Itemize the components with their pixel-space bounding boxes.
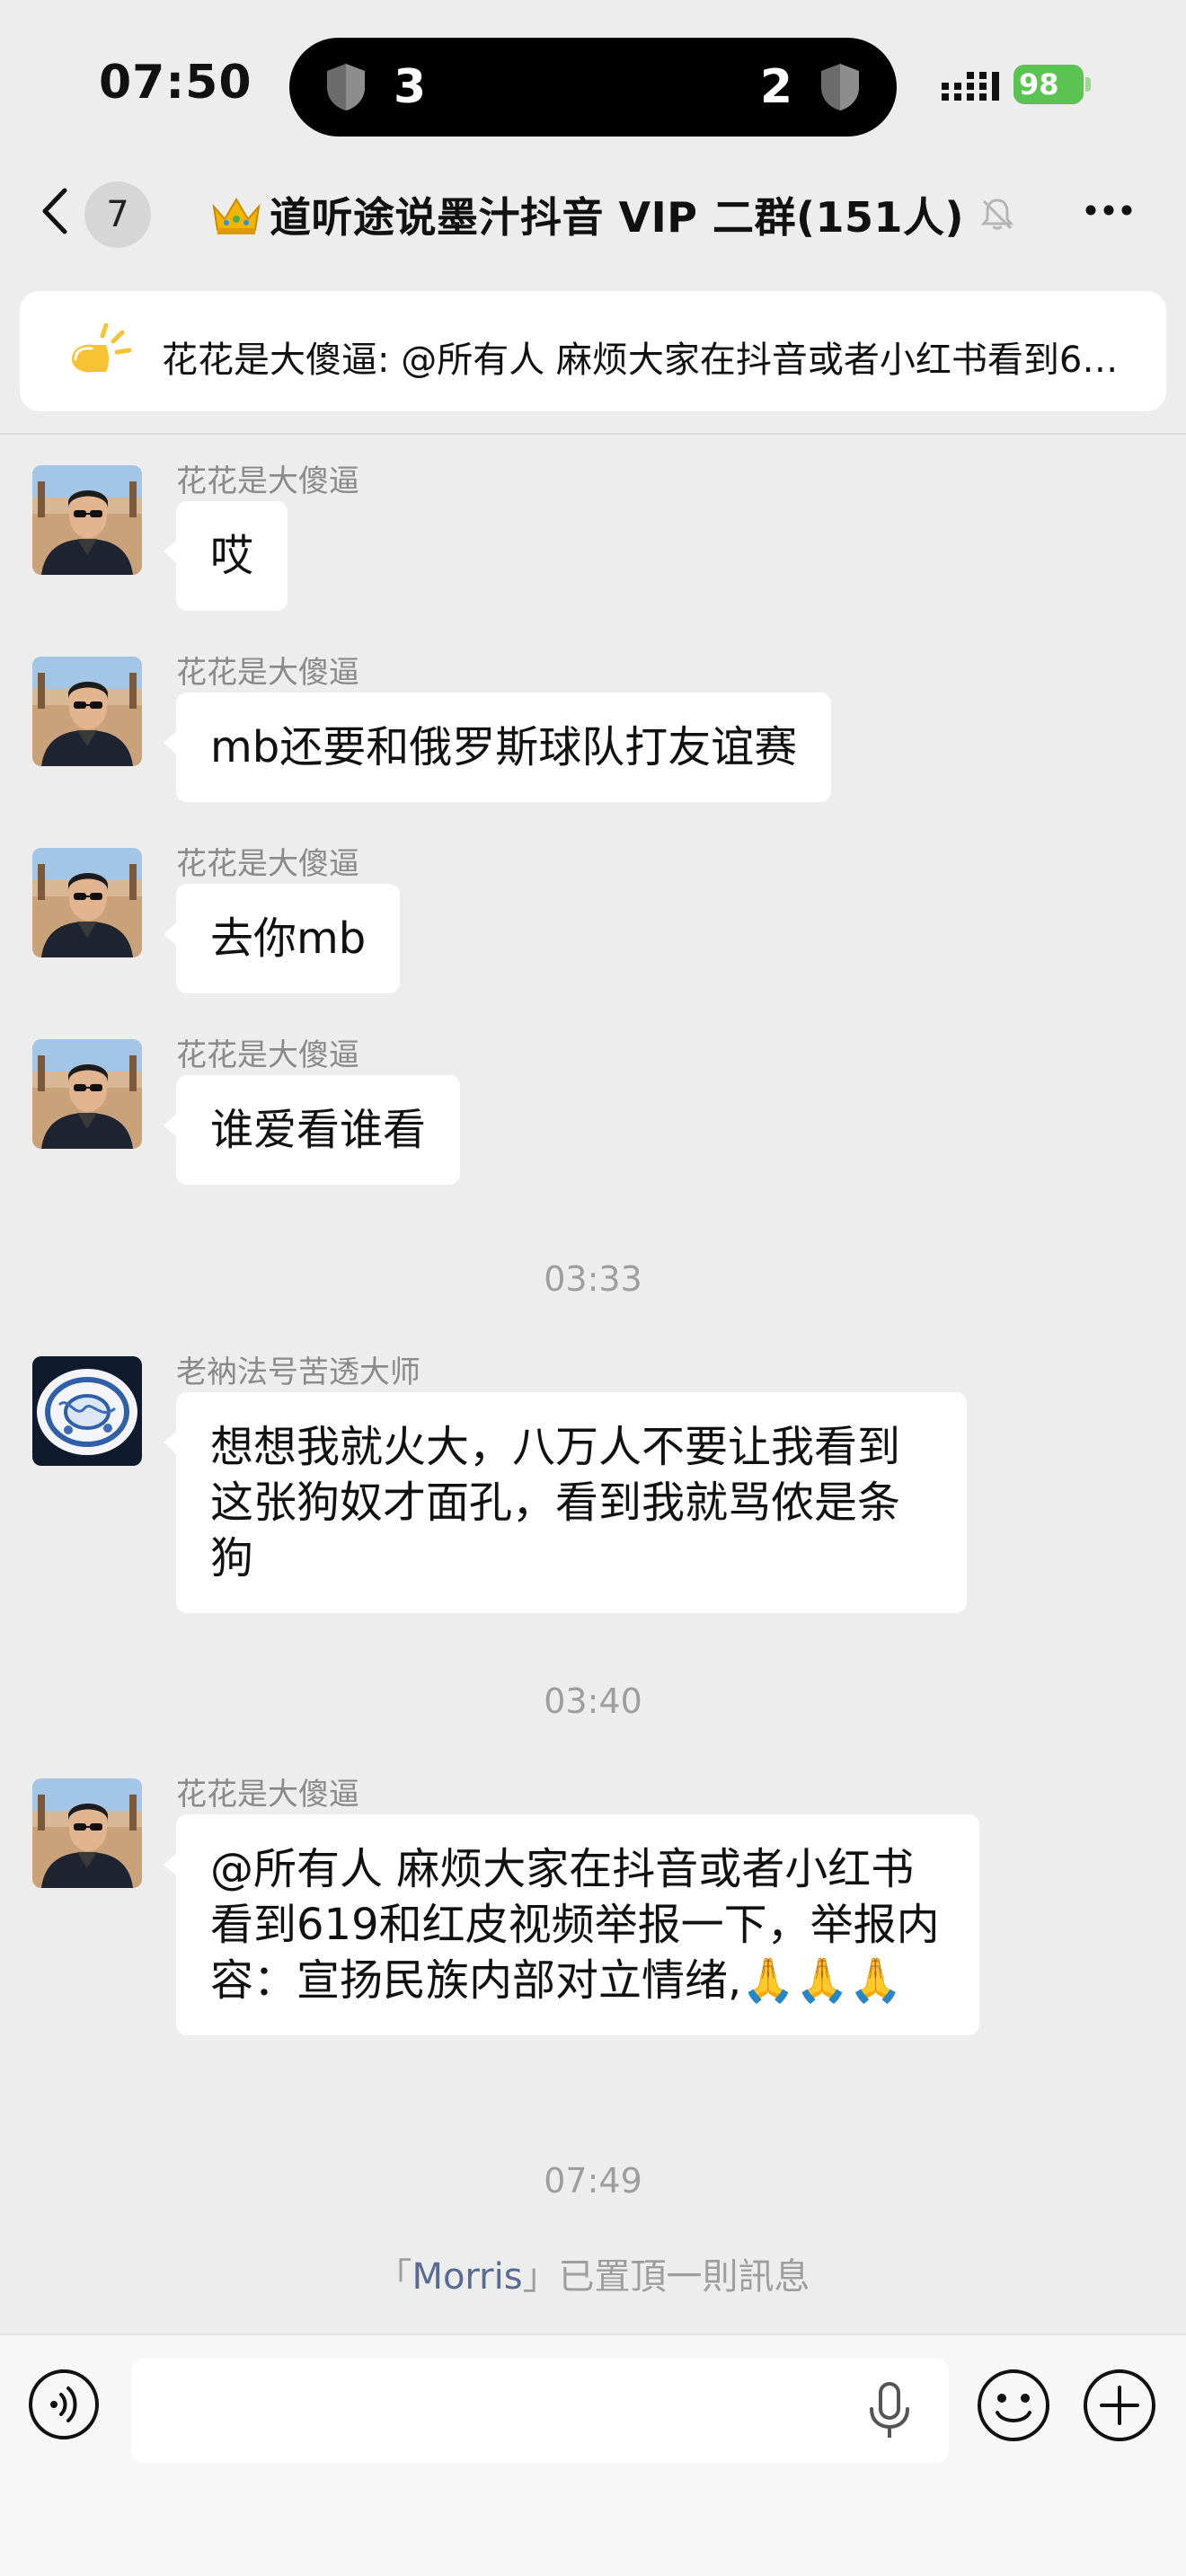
mute-bell-icon xyxy=(980,198,1014,230)
system-notice: 「Morris」已置頂一則訊息 xyxy=(0,2247,1186,2299)
chat-title: 道听途说墨汁抖音 VIP 二群(151人) xyxy=(270,193,965,242)
shield-icon xyxy=(327,64,365,110)
voice-input-icon[interactable] xyxy=(27,2368,101,2441)
dynamic-island[interactable]: 3 2 xyxy=(289,38,897,137)
more-options-icon[interactable] xyxy=(1084,203,1134,217)
emoji-icon[interactable] xyxy=(976,2368,1051,2443)
timestamp: 03:40 xyxy=(544,1681,642,1721)
sender-name: 花花是大傻逼 xyxy=(176,1037,359,1073)
message-item: 花花是大傻逼 @所有人 麻烦大家在抖音或者小红书看到619和红皮视频举报一下，举… xyxy=(0,1769,1186,2093)
message-input[interactable] xyxy=(131,2359,949,2463)
message-item: 花花是大傻逼 谁爱看谁看 xyxy=(0,1030,1186,1201)
sender-avatar[interactable] xyxy=(32,848,142,957)
pinned-message-banner[interactable]: 花花是大傻逼: @所有人 麻烦大家在抖音或者小红书看到619和红皮视频举报一下，… xyxy=(20,291,1166,411)
crown-icon xyxy=(212,198,261,234)
sender-name: 花花是大傻逼 xyxy=(176,846,359,882)
sender-avatar[interactable] xyxy=(32,465,142,575)
back-chevron-icon[interactable] xyxy=(36,181,77,241)
system-notice-suffix: 」已置頂一則訊息 xyxy=(522,2256,810,2298)
announcement-icon xyxy=(72,322,132,373)
island-right-count: 2 xyxy=(759,60,792,114)
status-time: 07:50 xyxy=(99,56,252,110)
input-bar xyxy=(0,2333,1186,2576)
shield-icon xyxy=(821,64,859,110)
message-bubble[interactable]: @所有人 麻烦大家在抖音或者小红书看到619和红皮视频举报一下，举报内容：宣扬民… xyxy=(164,1814,979,2035)
island-left-count: 3 xyxy=(394,60,427,114)
message-bubble[interactable]: 谁爱看谁看 xyxy=(163,1075,461,1185)
cellular-signal-icon xyxy=(942,72,999,101)
system-notice-prefix: 「 xyxy=(376,2256,412,2298)
sender-name: 花花是大傻逼 xyxy=(176,1777,359,1813)
pinned-message-text: 花花是大傻逼: @所有人 麻烦大家在抖音或者小红书看到619和红皮视频举报一下，… xyxy=(162,340,1132,381)
message-item: 花花是大傻逼 mb还要和俄罗斯球队打友谊赛 xyxy=(0,648,1186,818)
system-notice-user-link[interactable]: Morris xyxy=(412,2256,522,2298)
sender-name: 老衲法号苦透大师 xyxy=(176,1354,420,1390)
battery-level: 98 xyxy=(1019,67,1059,101)
chat-header: 7 道听途说墨汁抖音 VIP 二群(151人) xyxy=(0,162,1186,269)
message-bubble[interactable]: 去你mb xyxy=(163,884,401,993)
message-bubble[interactable]: mb还要和俄罗斯球队打友谊赛 xyxy=(163,693,832,802)
sender-avatar[interactable] xyxy=(32,657,142,766)
message-item: 老衲法号苦透大师 想想我就火大，八万人不要让我看到这张狗奴才面孔，看到我就骂侬是… xyxy=(0,1347,1186,1617)
unread-count-badge[interactable]: 7 xyxy=(84,181,151,248)
sender-avatar[interactable] xyxy=(32,1778,142,1888)
sender-name: 花花是大傻逼 xyxy=(176,463,359,499)
message-item: 花花是大傻逼 去你mb xyxy=(0,839,1186,1010)
status-bar: 07:50 3 2 98 xyxy=(0,0,1186,162)
microphone-icon[interactable] xyxy=(863,2380,916,2441)
message-bubble[interactable]: 想想我就火大，八万人不要让我看到这张狗奴才面孔，看到我就骂侬是条狗 xyxy=(164,1392,967,1613)
timestamp: 03:33 xyxy=(544,1259,642,1299)
battery-indicator: 98 xyxy=(1013,65,1084,104)
chat-title-group[interactable]: 道听途说墨汁抖音 VIP 二群(151人) xyxy=(208,183,1016,246)
sender-avatar[interactable] xyxy=(32,1039,142,1149)
message-item: 花花是大傻逼 哎 xyxy=(0,456,1186,627)
sender-name: 花花是大傻逼 xyxy=(176,655,359,691)
battery-tip xyxy=(1085,77,1091,92)
sender-avatar[interactable] xyxy=(32,1356,142,1466)
timestamp: 07:49 xyxy=(544,2161,642,2201)
plus-icon[interactable] xyxy=(1082,2368,1157,2443)
message-bubble[interactable]: 哎 xyxy=(163,501,288,611)
header-divider xyxy=(0,433,1186,435)
